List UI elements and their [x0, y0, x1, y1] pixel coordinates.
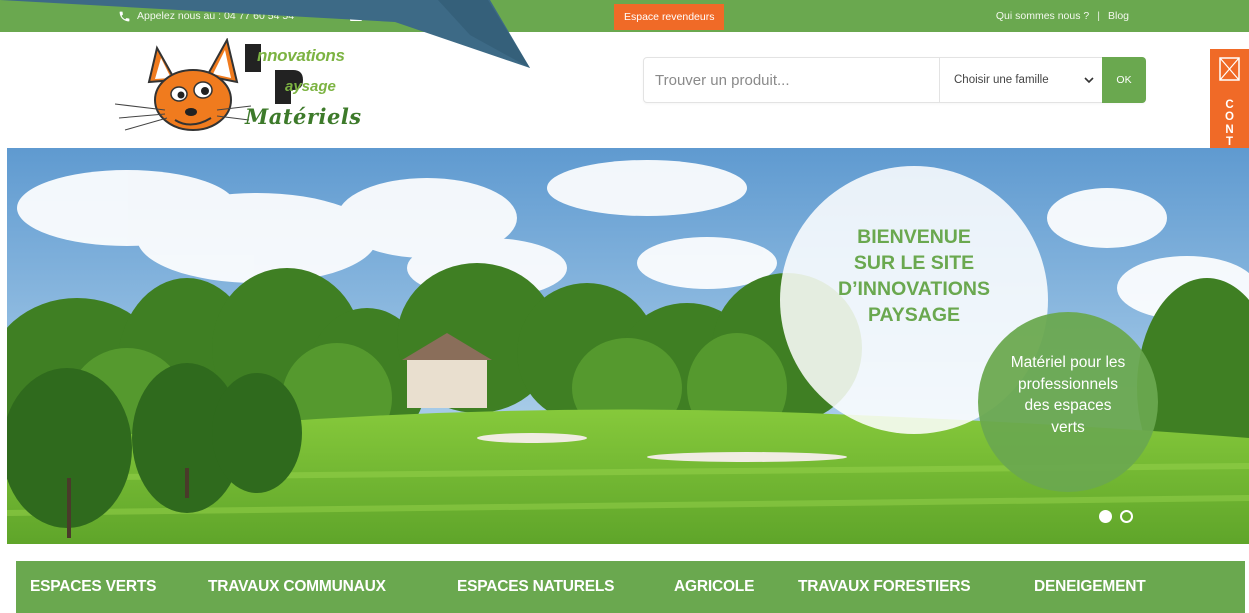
- top-bar: Appelez nous au : 04 77 60 54 54 Contact…: [0, 0, 1249, 32]
- welcome-line: D’INNOVATIONS: [837, 278, 991, 300]
- contact-tab-letter: T: [1225, 136, 1234, 149]
- search-input[interactable]: [645, 59, 937, 101]
- chevron-down-icon: [1084, 58, 1094, 102]
- tagline-text: Matériel pour les professionnels des esp…: [992, 352, 1144, 438]
- tagline-line: des espaces: [1024, 397, 1112, 414]
- blog-link[interactable]: Blog: [1108, 0, 1129, 32]
- welcome-line: BIENVENUE: [857, 226, 971, 248]
- nav-item-deneigement[interactable]: DENEIGEMENT: [1034, 561, 1146, 613]
- top-links: Qui sommes nous ? | Blog: [996, 0, 1129, 32]
- contact-tab-letter: C: [1225, 99, 1234, 111]
- site-logo[interactable]: nnovations aysage Matériels: [115, 38, 395, 138]
- phone-label: Appelez nous au : 04 77 60 54 54: [137, 10, 295, 22]
- fox-mascot: [115, 38, 252, 131]
- contact-link[interactable]: Contactez: [350, 0, 415, 32]
- about-link[interactable]: Qui sommes nous ?: [996, 0, 1089, 32]
- tagline-line: Matériel pour les: [1010, 354, 1126, 371]
- search-ok-button[interactable]: OK: [1102, 57, 1146, 103]
- main-nav: ESPACES VERTS TRAVAUX COMMUNAUX ESPACES …: [16, 561, 1245, 613]
- logo-line-3: Matériels: [245, 104, 362, 129]
- contact-label: Contactez: [368, 10, 416, 22]
- nav-item-travaux-communaux[interactable]: TRAVAUX COMMUNAUX: [208, 561, 386, 613]
- slider-dot-1[interactable]: [1099, 510, 1112, 523]
- contact-tab-letter: N: [1225, 123, 1234, 136]
- separator: |: [1097, 10, 1100, 22]
- espace-revendeurs-button[interactable]: Espace revendeurs: [614, 4, 725, 30]
- tagline-line: verts: [1051, 418, 1085, 436]
- nav-item-espaces-verts[interactable]: ESPACES VERTS: [30, 561, 157, 613]
- welcome-line: SUR LE SITE: [853, 252, 975, 274]
- phone-icon: [118, 10, 131, 23]
- slider-dots: [1099, 510, 1133, 523]
- tagline-line: professionnels: [1018, 375, 1118, 393]
- nav-item-espaces-naturels[interactable]: ESPACES NATURELS: [457, 561, 614, 613]
- logo-line-2: aysage: [285, 78, 336, 95]
- welcome-line: PAYSAGE: [867, 304, 961, 326]
- nav-item-agricole[interactable]: AGRICOLE: [674, 561, 754, 613]
- family-select-value: Choisir une famille: [954, 74, 1049, 86]
- search-bar: Choisir une famille OK: [643, 57, 1146, 103]
- phone-link[interactable]: Appelez nous au : 04 77 60 54 54: [118, 0, 294, 32]
- tagline-bubble: Matériel pour les professionnels des esp…: [978, 312, 1158, 492]
- nav-item-travaux-forestiers[interactable]: TRAVAUX FORESTIERS: [798, 561, 971, 613]
- logo-line-1: nnovations: [257, 46, 345, 65]
- family-select[interactable]: Choisir une famille: [939, 58, 1102, 102]
- contact-tab-letter: O: [1225, 111, 1234, 124]
- welcome-text: BIENVENUE SUR LE SITE D’INNOVATIONS PAYS…: [802, 224, 1026, 328]
- envelope-icon: [350, 11, 362, 21]
- slider-dot-2[interactable]: [1120, 510, 1133, 523]
- mail-box-icon: [1219, 57, 1240, 86]
